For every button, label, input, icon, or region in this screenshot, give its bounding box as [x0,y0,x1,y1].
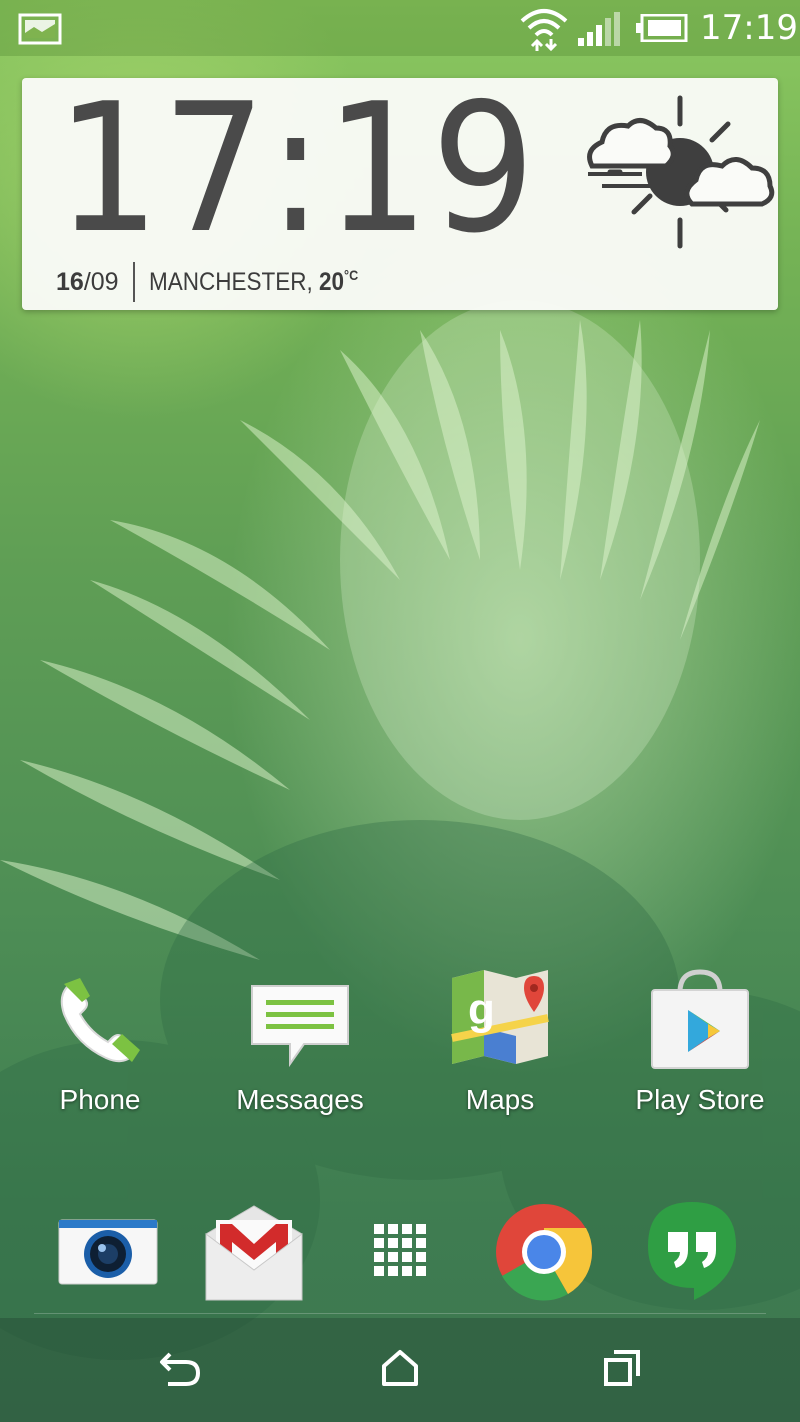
status-time: 17:19 [700,8,798,48]
play-store-icon[interactable] [610,966,790,1072]
app-label-messages: Messages [236,1084,364,1115]
back-icon[interactable] [158,1348,202,1393]
app-shortcut-phone[interactable]: Phone [10,972,190,1116]
clock-weather-widget[interactable]: 17:19 16 /09 MANCHESTER, 20°C [22,78,778,310]
widget-divider [132,262,135,302]
chrome-icon[interactable] [494,1202,594,1307]
camera-icon[interactable] [58,1216,158,1293]
widget-city: MANCHESTER, [148,268,319,296]
navigation-bar [0,1318,800,1422]
wifi-icon [518,5,570,56]
app-label-phone: Phone [59,1084,141,1115]
recents-icon[interactable] [602,1348,642,1393]
app-label-play-store: Play Store [635,1084,765,1115]
widget-location: MANCHESTER, 20°C [149,267,358,297]
app-label-maps: Maps [465,1084,535,1115]
messages-icon[interactable] [210,972,390,1072]
phone-icon[interactable] [10,972,190,1072]
hangouts-icon[interactable] [644,1200,740,1311]
gmail-icon[interactable] [204,1204,304,1307]
battery-icon [636,13,688,47]
widget-month: /09 [83,267,119,296]
app-shortcut-maps[interactable]: g Maps [410,968,590,1116]
app-shortcut-messages[interactable]: Messages [210,972,390,1116]
notification-image-icon[interactable] [18,13,62,50]
partly-sunny-icon[interactable] [562,94,782,259]
dock-divider [34,1313,766,1314]
widget-day: 16 [56,267,84,296]
maps-icon[interactable]: g [410,968,590,1072]
status-bar: 17:19 [0,0,800,56]
svg-text:g: g [468,985,495,1034]
widget-clock-time[interactable]: 17:19 [56,80,537,258]
home-icon[interactable] [380,1348,420,1393]
widget-date-location-row: 16 /09 MANCHESTER, 20°C [56,262,381,302]
app-drawer-icon[interactable] [374,1224,426,1281]
app-shortcut-play-store[interactable]: Play Store [610,966,790,1116]
widget-temp-unit: °C [343,267,358,283]
signal-icon [578,12,622,51]
widget-temperature: 20 [318,268,344,296]
